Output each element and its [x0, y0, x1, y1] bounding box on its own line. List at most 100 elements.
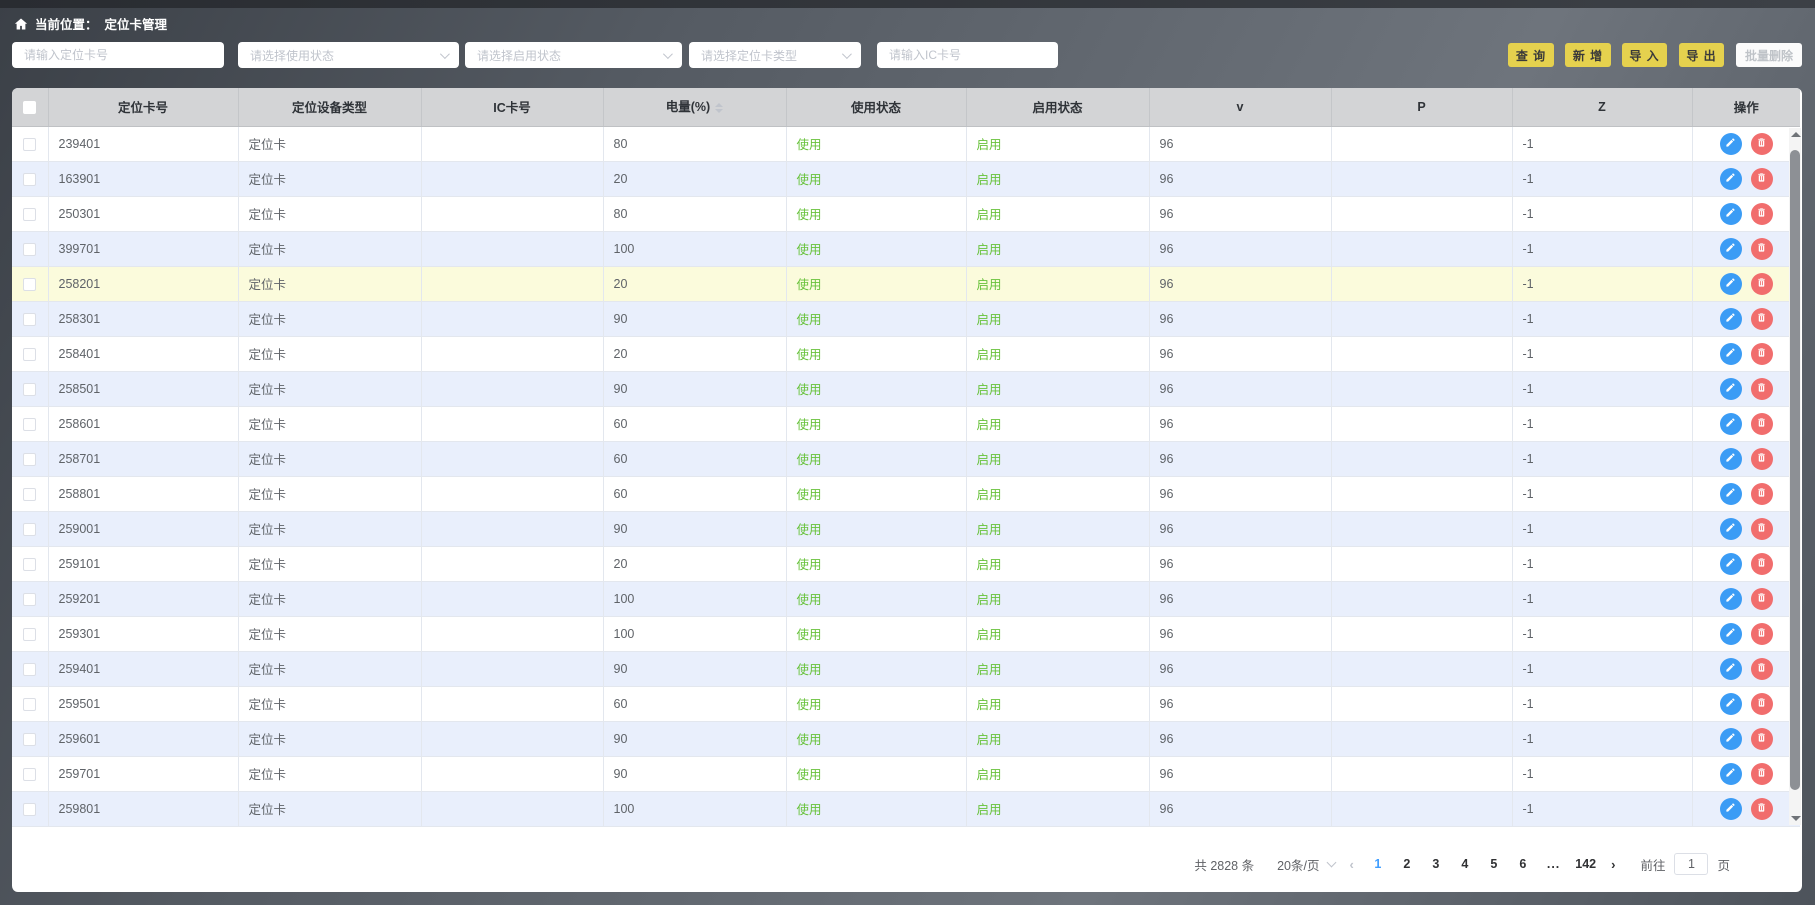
import-button[interactable]: 导 入: [1622, 43, 1667, 67]
delete-button[interactable]: [1751, 588, 1773, 610]
row-checkbox[interactable]: [23, 628, 36, 641]
delete-button[interactable]: [1751, 483, 1773, 505]
row-checkbox[interactable]: [23, 453, 36, 466]
sort-caret-icon[interactable]: [715, 99, 723, 117]
edit-button[interactable]: [1720, 518, 1742, 540]
row-checkbox[interactable]: [23, 523, 36, 536]
column-header[interactable]: 电量(%): [603, 88, 786, 126]
edit-button[interactable]: [1720, 623, 1742, 645]
row-checkbox[interactable]: [23, 208, 36, 221]
row-checkbox[interactable]: [23, 768, 36, 781]
edit-button[interactable]: [1720, 378, 1742, 400]
edit-button[interactable]: [1720, 693, 1742, 715]
edit-button[interactable]: [1720, 343, 1742, 365]
table-row[interactable]: 258701定位卡60使用启用96-1: [12, 441, 1800, 476]
goto-page-input[interactable]: [1674, 853, 1708, 875]
table-row[interactable]: 258601定位卡60使用启用96-1: [12, 406, 1800, 441]
delete-button[interactable]: [1751, 133, 1773, 155]
delete-button[interactable]: [1751, 308, 1773, 330]
add-button[interactable]: 新 增: [1565, 43, 1611, 67]
table-row[interactable]: 163901定位卡20使用启用96-1: [12, 161, 1800, 196]
edit-button[interactable]: [1720, 483, 1742, 505]
row-checkbox[interactable]: [23, 348, 36, 361]
table-row[interactable]: 258501定位卡90使用启用96-1: [12, 371, 1800, 406]
table-row[interactable]: 250301定位卡80使用启用96-1: [12, 196, 1800, 231]
table-row[interactable]: 259001定位卡90使用启用96-1: [12, 511, 1800, 546]
row-checkbox[interactable]: [23, 803, 36, 816]
row-checkbox[interactable]: [23, 733, 36, 746]
page-ellipsis[interactable]: ...: [1547, 857, 1560, 871]
enable-status-select[interactable]: 请选择启用状态: [465, 42, 682, 68]
delete-button[interactable]: [1751, 623, 1773, 645]
use-status-select[interactable]: 请选择使用状态: [238, 42, 459, 68]
prev-page-button[interactable]: ‹: [1350, 857, 1354, 872]
edit-button[interactable]: [1720, 763, 1742, 785]
vertical-scrollbar[interactable]: [1789, 128, 1801, 825]
delete-button[interactable]: [1751, 658, 1773, 680]
page-button[interactable]: 6: [1514, 857, 1532, 871]
table-row[interactable]: 258201定位卡20使用启用96-1: [12, 266, 1800, 301]
edit-button[interactable]: [1720, 728, 1742, 750]
select-all-checkbox[interactable]: [23, 101, 36, 114]
edit-button[interactable]: [1720, 308, 1742, 330]
row-checkbox[interactable]: [23, 313, 36, 326]
delete-button[interactable]: [1751, 728, 1773, 750]
table-row[interactable]: 258401定位卡20使用启用96-1: [12, 336, 1800, 371]
table-row[interactable]: 259401定位卡90使用启用96-1: [12, 651, 1800, 686]
table-row[interactable]: 259501定位卡60使用启用96-1: [12, 686, 1800, 721]
edit-button[interactable]: [1720, 238, 1742, 260]
row-checkbox[interactable]: [23, 278, 36, 291]
last-page-button[interactable]: 142: [1575, 857, 1596, 871]
edit-button[interactable]: [1720, 588, 1742, 610]
delete-button[interactable]: [1751, 273, 1773, 295]
delete-button[interactable]: [1751, 798, 1773, 820]
row-checkbox[interactable]: [23, 488, 36, 501]
page-button[interactable]: 3: [1427, 857, 1445, 871]
table-row[interactable]: 258301定位卡90使用启用96-1: [12, 301, 1800, 336]
delete-button[interactable]: [1751, 448, 1773, 470]
page-button[interactable]: 4: [1456, 857, 1474, 871]
edit-button[interactable]: [1720, 133, 1742, 155]
table-row[interactable]: 399701定位卡100使用启用96-1: [12, 231, 1800, 266]
page-button[interactable]: 2: [1398, 857, 1416, 871]
export-button[interactable]: 导 出: [1679, 43, 1724, 67]
delete-button[interactable]: [1751, 693, 1773, 715]
row-checkbox[interactable]: [23, 418, 36, 431]
delete-button[interactable]: [1751, 763, 1773, 785]
delete-button[interactable]: [1751, 168, 1773, 190]
table-row[interactable]: 259101定位卡20使用启用96-1: [12, 546, 1800, 581]
edit-button[interactable]: [1720, 553, 1742, 575]
row-checkbox[interactable]: [23, 593, 36, 606]
table-row[interactable]: 259201定位卡100使用启用96-1: [12, 581, 1800, 616]
row-checkbox[interactable]: [23, 383, 36, 396]
ic-card-input[interactable]: [877, 42, 1058, 68]
edit-button[interactable]: [1720, 448, 1742, 470]
batch-delete-button[interactable]: 批量删除: [1736, 43, 1802, 67]
page-button-active[interactable]: 1: [1369, 857, 1387, 871]
delete-button[interactable]: [1751, 413, 1773, 435]
scrollbar-thumb[interactable]: [1790, 150, 1800, 790]
edit-button[interactable]: [1720, 413, 1742, 435]
edit-button[interactable]: [1720, 203, 1742, 225]
row-checkbox[interactable]: [23, 243, 36, 256]
row-checkbox[interactable]: [23, 663, 36, 676]
delete-button[interactable]: [1751, 203, 1773, 225]
table-row[interactable]: 259601定位卡90使用启用96-1: [12, 721, 1800, 756]
edit-button[interactable]: [1720, 273, 1742, 295]
edit-button[interactable]: [1720, 658, 1742, 680]
table-row[interactable]: 259801定位卡100使用启用96-1: [12, 791, 1800, 826]
page-button[interactable]: 5: [1485, 857, 1503, 871]
search-button[interactable]: 查 询: [1508, 43, 1554, 67]
delete-button[interactable]: [1751, 343, 1773, 365]
row-checkbox[interactable]: [23, 698, 36, 711]
delete-button[interactable]: [1751, 378, 1773, 400]
page-size-select[interactable]: 20条/页: [1277, 855, 1334, 874]
next-page-button[interactable]: ›: [1611, 857, 1615, 872]
scroll-down-icon[interactable]: [1791, 816, 1801, 821]
delete-button[interactable]: [1751, 518, 1773, 540]
card-no-input[interactable]: [12, 42, 224, 68]
edit-button[interactable]: [1720, 798, 1742, 820]
edit-button[interactable]: [1720, 168, 1742, 190]
delete-button[interactable]: [1751, 553, 1773, 575]
row-checkbox[interactable]: [23, 138, 36, 151]
